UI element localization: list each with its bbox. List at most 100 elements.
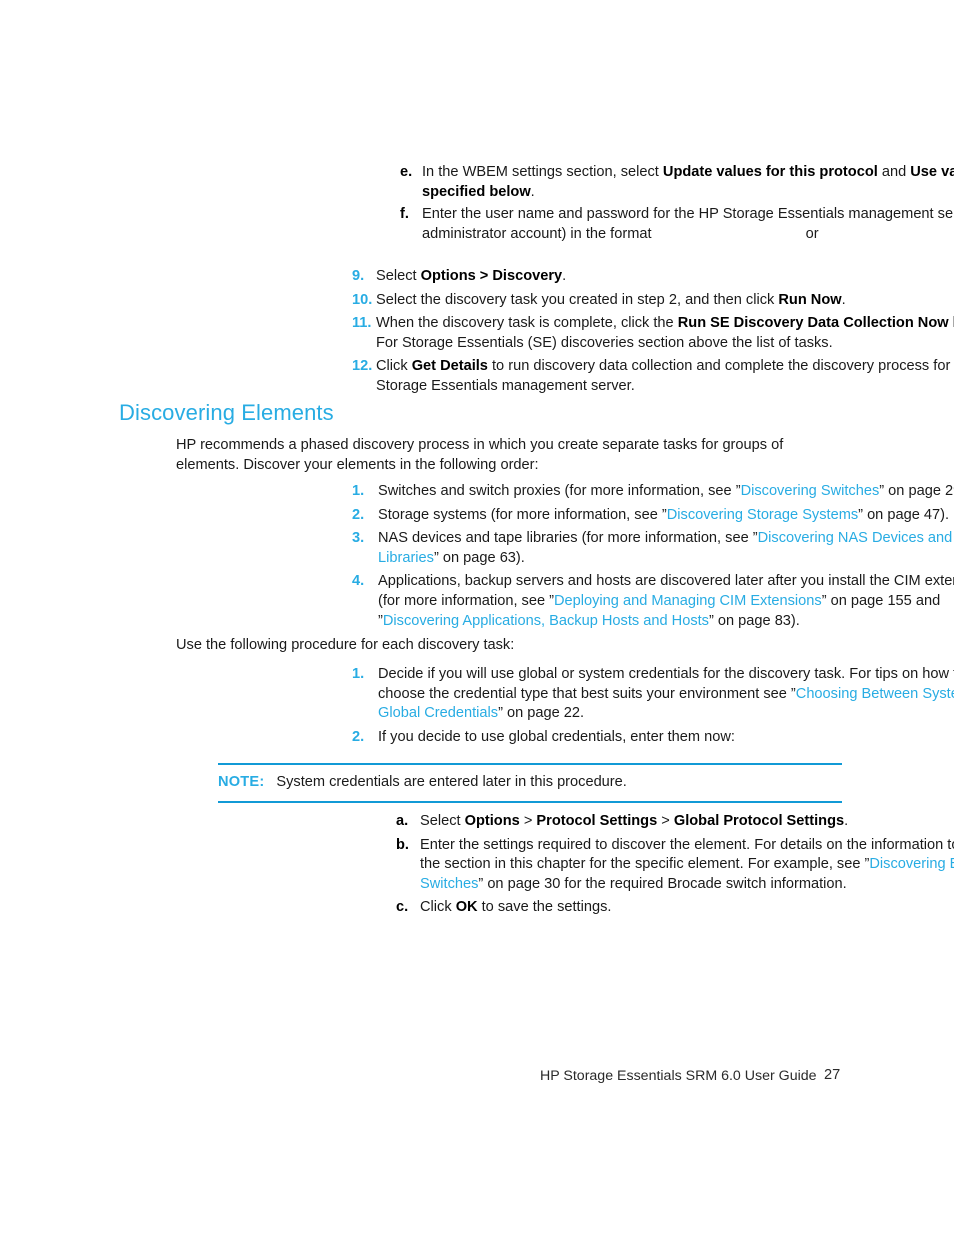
list-item-text: Select the discovery task you created in… [376,292,846,308]
section-intro-paragraph: HP recommends a phased discovery process… [176,437,784,473]
list-item-text: Enter the user name and password for the… [422,206,954,242]
list-item: 4. Applications, backup servers and host… [352,572,954,631]
text-run: ” on page 22. [498,705,585,722]
text-run: ” on page 47). [858,506,950,523]
text-run: Select the discovery task you created in… [376,291,779,308]
list-marker: 1. [352,483,365,499]
list-marker: c. [396,899,409,916]
list-item-text: Select Options > Protocol Settings > Glo… [420,813,848,829]
list-item: 12. Click Get Details to run discovery d… [352,357,954,396]
procedure-intro-paragraph: Use the following procedure for each dis… [176,637,515,653]
text-run: and [877,164,911,180]
list-item: 2. Storage systems (for more information… [352,506,954,526]
list-item-text: In the WBEM settings section, select Upd… [422,164,954,200]
text-run: . [530,183,535,200]
cross-reference-link[interactable]: Discovering Applications, Backup Hosts a… [383,613,709,629]
text-run: ” on page 30 for the required Brocade sw… [478,875,847,892]
list-item: 9. Select Options > Discovery. [352,267,954,287]
note-label: NOTE: [218,774,265,790]
procedure-list: 1. Decide if you will use global or syst… [352,665,954,747]
list-item-text: Decide if you will use global or system … [378,666,954,721]
list-marker: b. [396,836,409,853]
alpha-step-list-bottom: a. Select Options > Protocol Settings > … [396,812,954,918]
list-item: 2. If you decide to use global credentia… [352,728,954,748]
list-item: 11. When the discovery task is complete,… [352,314,954,353]
list-item: f. Enter the user name and password for … [400,205,954,244]
footer-page-number: 27 [824,1067,841,1083]
list-item-text: Select Options > Discovery. [376,268,566,284]
list-marker: f. [400,206,409,223]
text-run: Enter the user name and password for the… [422,206,954,242]
discovery-order-list: 1. Switches and switch proxies (for more… [352,482,954,631]
text-run: ” on page 83). [708,612,800,629]
text-run: > [657,813,674,829]
list-item: e. In the WBEM settings section, select … [400,163,954,202]
list-marker: e. [400,164,413,180]
list-marker: 1. [352,666,365,682]
cross-reference-link[interactable]: Discovering Storage Systems [667,507,858,523]
alpha-step-list-top: e. In the WBEM settings section, select … [400,163,954,244]
numbered-step-list-top: 9. Select Options > Discovery. 10. Selec… [352,267,954,397]
text-run: ” on page 29). [879,483,954,499]
note-callout: NOTE: System credentials are entered late… [218,763,842,803]
text-run: > [519,813,537,829]
text-run: When the discovery task is complete, cli… [376,315,678,332]
list-item-text: Enter the settings required to discover … [420,837,954,892]
text-run: Select [420,813,465,829]
footer-document-title: HP Storage Essentials SRM 6.0 User Guide [540,1068,817,1084]
cross-reference-link[interactable]: Discovering Switches [741,483,880,499]
text-run: Click [376,358,412,375]
list-item: 1. Decide if you will use global or syst… [352,665,954,724]
bold-run: Options [464,813,520,829]
bold-run: Protocol Settings [536,813,658,829]
list-item: c. Click OK to save the settings. [396,898,954,918]
list-item-text: Storage systems (for more information, s… [378,507,949,523]
section-heading: Discovering Elements [119,400,334,425]
text-run: . [562,268,567,284]
text-run: Storage systems (for more information, s… [378,506,667,523]
cross-reference-link[interactable]: Deploying and Managing CIM Extensions [554,593,822,609]
list-item-text: Click Get Details to run discovery data … [376,358,954,394]
list-marker: 2. [352,506,365,523]
text-run: ” on page 63). [433,549,525,566]
list-item-text: Switches and switch proxies (for more in… [378,483,954,499]
list-item: a. Select Options > Protocol Settings > … [396,812,954,832]
list-marker: 2. [352,728,365,745]
note-bottom-rule [218,801,842,803]
list-marker: 9. [352,268,365,284]
list-marker: 3. [352,530,365,547]
text-run: . [841,291,846,308]
list-item-text: Click OK to save the settings. [420,899,611,915]
list-marker: 11. [352,315,372,332]
bold-run: Get Details [411,358,488,375]
text-run: Select [376,268,421,284]
note-body: NOTE: System credentials are entered late… [218,765,842,801]
text-run: . [844,813,849,829]
text-run: to save the settings. [477,899,612,916]
list-item: 3. NAS devices and tape libraries (for m… [352,529,954,568]
list-item: 10. Select the discovery task you create… [352,291,954,311]
list-item-text: Applications, backup servers and hosts a… [378,573,954,628]
text-run: Click [420,899,456,916]
text-run: NAS devices and tape libraries (for more… [378,530,758,547]
text-run: or [805,225,819,242]
list-marker: a. [396,813,409,829]
text-run: Switches and switch proxies (for more in… [378,483,741,499]
list-item-text: If you decide to use global credentials,… [378,729,735,745]
note-text: System credentials are entered later in … [276,774,627,790]
bold-run: OK [455,899,478,916]
text-run: If you decide to use global credentials,… [378,728,735,745]
document-page: e. In the WBEM settings section, select … [0,0,954,1235]
list-item-text: NAS devices and tape libraries (for more… [378,530,954,566]
bold-run: Options > Discovery [420,268,563,284]
bold-run: Run SE Discovery Data Collection Now [677,315,949,332]
list-item-text: When the discovery task is complete, cli… [376,315,954,351]
list-marker: 4. [352,573,365,590]
bold-run: Update values for this protocol [662,164,878,180]
list-marker: 10. [352,291,373,308]
text-run: In the WBEM settings section, select [422,164,663,180]
list-item: b. Enter the settings required to discov… [396,836,954,895]
bold-run: Global Protocol Settings [673,813,845,829]
list-item: 1. Switches and switch proxies (for more… [352,482,954,502]
list-marker: 12. [352,358,373,375]
